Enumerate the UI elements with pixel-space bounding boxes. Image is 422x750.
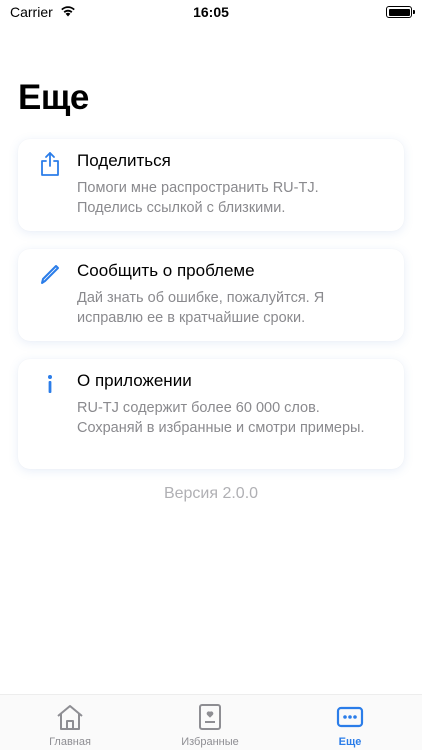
status-bar: Carrier 16:05 [0,0,422,26]
tab-more[interactable]: Еще [290,703,410,749]
page-title: Еще [18,78,89,117]
pencil-icon [38,261,62,287]
about-card[interactable]: О приложении RU-TJ содержит более 60 000… [18,359,404,469]
tab-favorites[interactable]: Избранные [150,703,270,749]
info-icon [38,371,62,397]
share-description: Помоги мне распространить RU-TJ. Поделис… [77,180,319,216]
home-icon [57,705,83,730]
share-card[interactable]: Поделиться Помоги мне распространить RU-… [18,139,404,231]
tab-favorites-label: Избранные [181,736,239,748]
tab-more-label: Еще [338,736,362,748]
tab-home[interactable]: Главная [10,703,130,749]
version-label: Версия 2.0.0 [163,485,259,502]
report-problem-card[interactable]: Сообщить о проблеме Дай знать об ошибке,… [18,249,404,341]
tab-bar: Главная Избранные Еще [0,694,422,750]
share-icon [38,151,62,177]
report-problem-title: Сообщить о проблеме [77,261,255,280]
status-time: 16:05 [193,4,229,20]
battery-icon [386,6,415,18]
tab-home-label: Главная [49,736,91,748]
favorites-icon [199,704,221,730]
share-title: Поделиться [77,151,171,170]
more-icon [336,706,364,728]
about-description: RU-TJ содержит более 60 000 слов. Сохран… [77,400,365,436]
about-title: О приложении [77,371,192,390]
report-problem-description: Дай знать об ошибке, пожалуйтся. Я испра… [77,290,325,326]
